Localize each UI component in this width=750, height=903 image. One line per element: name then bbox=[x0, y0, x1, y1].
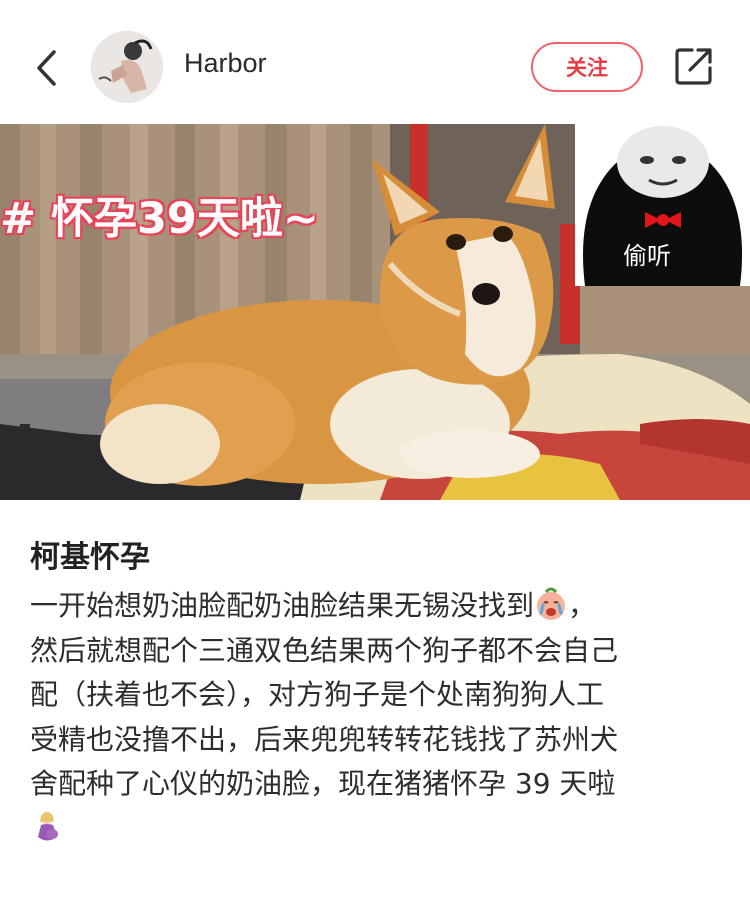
share-button[interactable] bbox=[672, 44, 716, 88]
share-out-icon bbox=[675, 48, 712, 85]
post-line-1-text: 一开始想奶油脸配奶油脸结果无锡没找到 bbox=[30, 589, 535, 622]
top-bar: Harbor 关注 bbox=[0, 0, 750, 124]
meme-sticker: 偷听 bbox=[575, 124, 750, 286]
username[interactable]: Harbor bbox=[184, 48, 267, 79]
post-line-1: 一开始想奶油脸配奶油脸结果无锡没找到 ， bbox=[30, 584, 730, 629]
image-overlay-text: # 怀孕39天啦~ bbox=[0, 194, 319, 244]
chevron-left-icon bbox=[37, 50, 56, 86]
post-line-2: 然后就想配个三通双色结果两个狗子都不会自己 bbox=[30, 633, 619, 667]
post-body: 一开始想奶油脸配奶油脸结果无锡没找到 ， 然后就想配个三通双色结果两个狗子都不会… bbox=[30, 584, 730, 851]
post-line-1-end: ， bbox=[568, 589, 597, 622]
follow-button[interactable]: 关注 bbox=[531, 42, 643, 92]
post-line-6 bbox=[30, 807, 730, 852]
back-button[interactable] bbox=[30, 40, 66, 96]
post-line-4: 受精也没撸不出，后来兜兜转转花钱找了苏州犬 bbox=[30, 722, 619, 756]
post-line-3: 配（扶着也不会），对方狗子是个处南狗狗人工 bbox=[30, 678, 605, 711]
avatar[interactable] bbox=[91, 31, 163, 103]
meme-caption: 偷听 bbox=[623, 242, 671, 270]
crying-baby-emoji bbox=[537, 587, 566, 620]
pregnant-woman-emoji bbox=[38, 811, 58, 840]
post-image[interactable]: # 怀孕39天啦~ 偷听 bbox=[0, 124, 750, 500]
post-line-5: 舍配种了心仪的奶油脸，现在猪猪怀孕 39 天啦 bbox=[30, 767, 616, 800]
post-title: 柯基怀孕 bbox=[30, 540, 150, 575]
